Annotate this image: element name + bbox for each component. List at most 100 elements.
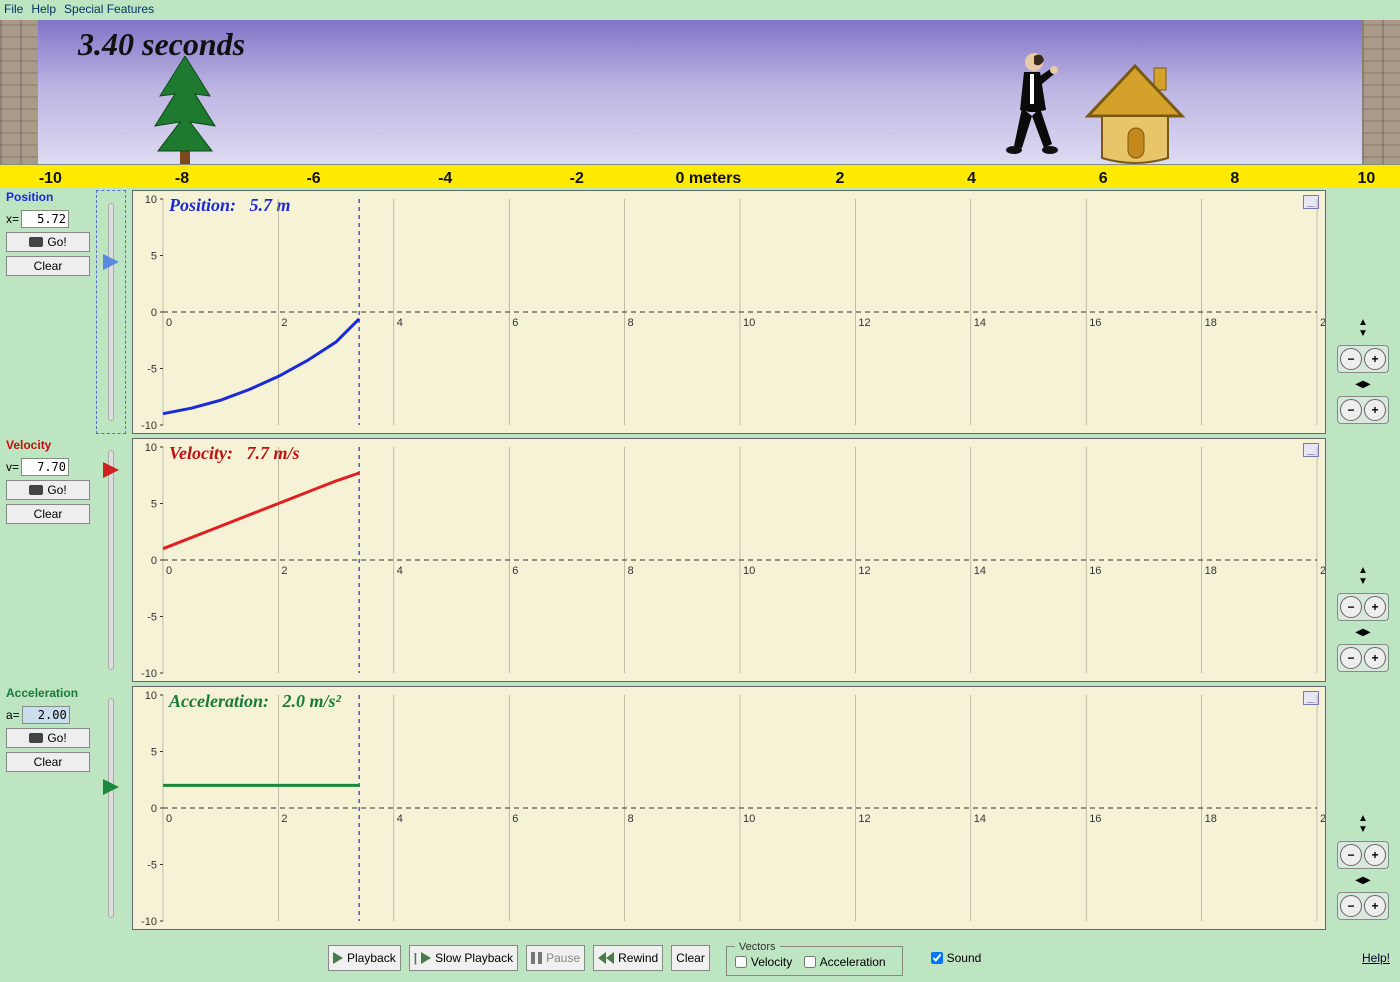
- svg-text:10: 10: [743, 813, 755, 825]
- velocity-clear-button[interactable]: Clear: [6, 504, 90, 524]
- scene: 3.40 seconds -10-8-6-4-20 meters246810: [0, 18, 1400, 188]
- camera-icon: [29, 733, 43, 743]
- svg-text:6: 6: [512, 813, 518, 825]
- wall-right: [1362, 20, 1400, 168]
- acceleration-label: Acceleration: [6, 686, 90, 700]
- zoom-out-y[interactable]: −: [1340, 348, 1362, 370]
- ruler-tick: 2: [836, 170, 845, 188]
- help-link[interactable]: Help!: [1362, 951, 1390, 965]
- camera-icon: [29, 485, 43, 495]
- svg-text:2: 2: [281, 317, 287, 329]
- zoom-in-y[interactable]: +: [1364, 348, 1386, 370]
- svg-text:4: 4: [397, 813, 403, 825]
- svg-text:2: 2: [281, 565, 287, 577]
- svg-text:8: 8: [628, 317, 634, 329]
- pause-button[interactable]: Pause: [526, 945, 585, 971]
- velocity-vector-checkbox[interactable]: Velocity: [735, 955, 792, 969]
- rewind-button[interactable]: Rewind: [593, 945, 663, 971]
- house-icon: [1080, 62, 1190, 166]
- velocity-slider-thumb[interactable]: [103, 462, 119, 478]
- velocity-input[interactable]: [21, 458, 69, 476]
- acceleration-row: Acceleration a= Go! Clear Acceleration: …: [6, 686, 1394, 930]
- tree-icon: [150, 56, 220, 166]
- sound-checkbox[interactable]: Sound: [931, 951, 982, 965]
- ruler-tick: 8: [1230, 170, 1239, 188]
- position-input[interactable]: [21, 210, 69, 228]
- svg-text:0: 0: [166, 565, 172, 577]
- svg-text:4: 4: [397, 317, 403, 329]
- zoom-in-y[interactable]: +: [1364, 596, 1386, 618]
- svg-text:12: 12: [858, 813, 870, 825]
- svg-text:-5: -5: [147, 612, 157, 624]
- svg-text:-5: -5: [147, 860, 157, 872]
- position-clear-button[interactable]: Clear: [6, 256, 90, 276]
- zoom-out-y[interactable]: −: [1340, 844, 1362, 866]
- acceleration-chart[interactable]: Acceleration: 2.0 m/s² _ 024681012141618…: [132, 686, 1326, 930]
- velocity-slider[interactable]: [96, 438, 126, 682]
- zoom-out-x[interactable]: −: [1340, 399, 1362, 421]
- pause-icon: [531, 952, 542, 964]
- ruler-tick: -2: [570, 170, 584, 188]
- clear-all-button[interactable]: Clear: [671, 945, 710, 971]
- velocity-controls: Velocity v= Go! Clear: [6, 438, 90, 682]
- vectors-group: Vectors Velocity Acceleration: [726, 941, 903, 976]
- acceleration-slider[interactable]: [96, 686, 126, 930]
- svg-text:16: 16: [1089, 565, 1101, 577]
- svg-text:6: 6: [512, 565, 518, 577]
- play-icon: [421, 952, 431, 964]
- slow-playback-button[interactable]: |Slow Playback: [409, 945, 518, 971]
- zoom-out-x[interactable]: −: [1340, 895, 1362, 917]
- menubar: File Help Special Features: [0, 0, 1400, 18]
- walking-man-icon[interactable]: [1000, 50, 1060, 166]
- zoom-out-y[interactable]: −: [1340, 596, 1362, 618]
- position-chart[interactable]: Position: 5.7 m _ 024681012141618201050-…: [132, 190, 1326, 434]
- acceleration-slider-thumb[interactable]: [103, 779, 119, 795]
- menu-special[interactable]: Special Features: [64, 2, 154, 16]
- svg-text:20: 20: [1320, 813, 1325, 825]
- ruler-tick: 4: [967, 170, 976, 188]
- position-var: x=: [6, 212, 19, 226]
- acceleration-go-button[interactable]: Go!: [6, 728, 90, 748]
- zoom-in-y[interactable]: +: [1364, 844, 1386, 866]
- rewind-icon: [598, 952, 614, 964]
- acceleration-input[interactable]: [22, 706, 70, 724]
- menu-file[interactable]: File: [4, 2, 23, 16]
- svg-text:-10: -10: [141, 420, 157, 432]
- svg-text:16: 16: [1089, 317, 1101, 329]
- position-go-button[interactable]: Go!: [6, 232, 90, 252]
- ruler-tick: 0 meters: [675, 170, 741, 188]
- svg-text:8: 8: [628, 565, 634, 577]
- svg-text:0: 0: [166, 317, 172, 329]
- zoom-out-x[interactable]: −: [1340, 647, 1362, 669]
- playback-button[interactable]: Playback: [328, 945, 401, 971]
- graphs-area: Position x= Go! Clear Position: 5.7 m _ …: [0, 188, 1400, 934]
- wall-left: [0, 20, 38, 168]
- svg-text:10: 10: [743, 565, 755, 577]
- acceleration-vector-checkbox[interactable]: Acceleration: [804, 955, 886, 969]
- play-icon: [333, 952, 343, 964]
- svg-text:-5: -5: [147, 364, 157, 376]
- velocity-chart[interactable]: Velocity: 7.7 m/s _ 02468101214161820105…: [132, 438, 1326, 682]
- position-zoom: ▲▼ −+ ◀▶ −+: [1332, 190, 1394, 434]
- acceleration-clear-button[interactable]: Clear: [6, 752, 90, 772]
- svg-text:0: 0: [151, 803, 157, 815]
- zoom-in-x[interactable]: +: [1364, 895, 1386, 917]
- ruler-tick: 10: [1357, 170, 1375, 188]
- position-slider-thumb[interactable]: [103, 254, 119, 270]
- svg-text:18: 18: [1205, 813, 1217, 825]
- menu-help[interactable]: Help: [31, 2, 56, 16]
- position-label: Position: [6, 190, 90, 204]
- svg-text:6: 6: [512, 317, 518, 329]
- acceleration-zoom: ▲▼ −+ ◀▶ −+: [1332, 686, 1394, 930]
- ruler-tick: -4: [438, 170, 452, 188]
- position-slider[interactable]: [96, 190, 126, 434]
- svg-text:20: 20: [1320, 565, 1325, 577]
- acceleration-controls: Acceleration a= Go! Clear: [6, 686, 90, 930]
- svg-text:10: 10: [743, 317, 755, 329]
- zoom-in-x[interactable]: +: [1364, 399, 1386, 421]
- zoom-in-x[interactable]: +: [1364, 647, 1386, 669]
- svg-text:10: 10: [145, 442, 157, 454]
- ruler-tick: -8: [175, 170, 189, 188]
- svg-text:4: 4: [397, 565, 403, 577]
- velocity-go-button[interactable]: Go!: [6, 480, 90, 500]
